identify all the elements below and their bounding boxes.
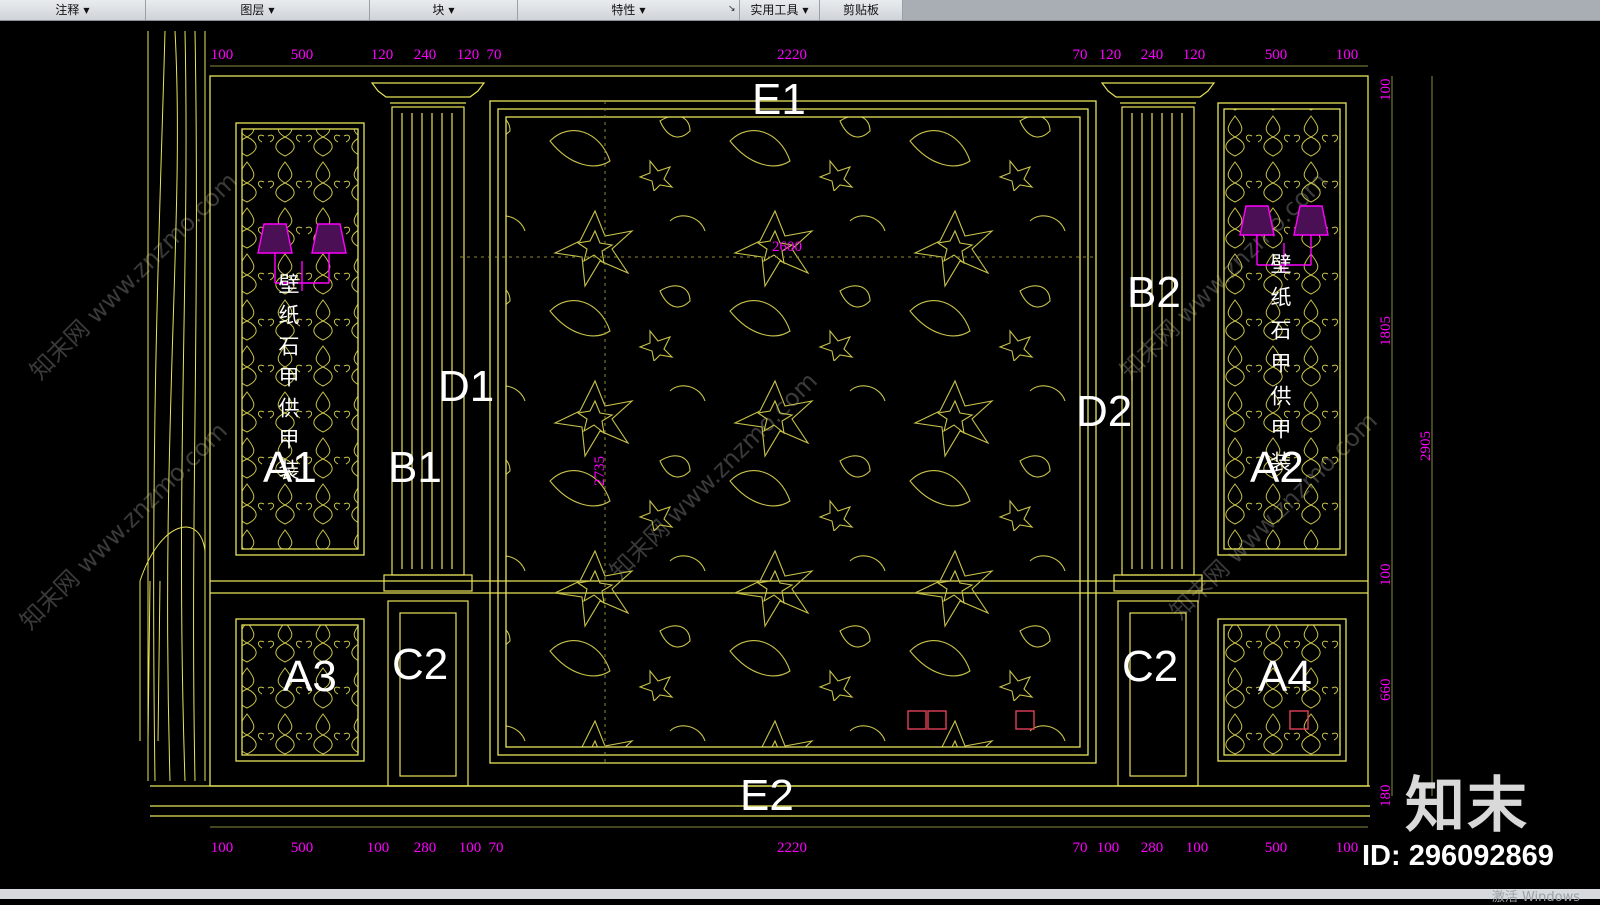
bottom-dim-label: 100 (1186, 840, 1209, 856)
top-dim-label: 500 (1265, 47, 1288, 63)
label-e2: E2 (740, 771, 794, 820)
top-dim-label: 100 (211, 47, 234, 63)
bottom-dim-label: 2220 (777, 840, 807, 856)
block-panel-button[interactable]: 块 ▼ (370, 0, 518, 20)
wallpaper-note-right: 壁纸石甲供甲装 (1268, 253, 1292, 484)
bottom-dim-label: 280 (1141, 840, 1164, 856)
resource-id: ID: 296092869 (1362, 840, 1554, 872)
bottom-dim-label: 100 (367, 840, 390, 856)
top-dim-label: 240 (1141, 47, 1164, 63)
ribbon-empty-area (903, 0, 1600, 20)
right-dim-rail: 100 (1378, 564, 1394, 587)
clipboard-panel-button[interactable]: 剪贴板 (820, 0, 903, 20)
layers-panel-button[interactable]: 图层 ▼ (146, 0, 370, 20)
cad-elevation-drawing: 知末网 www.znzmo.com 知末网 www.znzmo.com 知末网 … (14, 30, 1434, 856)
inner-height-dim: 2735 (592, 456, 608, 486)
block-label: 块 (432, 3, 445, 17)
drawing-canvas[interactable]: 知末网 www.znzmo.com 知末网 www.znzmo.com 知末网 … (0, 21, 1600, 889)
inner-width-dim: 2600 (772, 239, 802, 255)
top-dim-label: 100 (1336, 47, 1359, 63)
top-dim-label: 240 (414, 47, 437, 63)
bottom-dim-label: 500 (291, 840, 314, 856)
right-dim-base: 180 (1378, 785, 1394, 808)
chevron-down-icon: ▼ (448, 5, 455, 15)
bottom-dimension-row: 100 500 100 280 100 70 2220 70 100 280 100 500 100 (211, 840, 1359, 856)
top-dim-label: 70 (487, 47, 502, 63)
top-dim-label: 120 (1183, 47, 1206, 63)
brand-logo: 知末 (1405, 771, 1529, 841)
center-wallpaper-panel (489, 100, 1097, 764)
wallpaper-note-left: 壁纸石甲供甲装 (276, 273, 300, 490)
label-a3: A3 (283, 652, 337, 701)
dialog-launcher-icon[interactable]: ↘ (728, 4, 736, 14)
bottom-dim-label: 70 (489, 840, 504, 856)
properties-label: 特性 (611, 3, 636, 17)
right-dim-panel: 1805 (1378, 316, 1394, 346)
status-bar: 激活 Windows (0, 889, 1600, 905)
top-dim-label: 70 (1073, 47, 1088, 63)
chevron-down-icon: ▼ (268, 5, 275, 15)
watermark-text: 知末网 www.znzmo.com (14, 417, 232, 635)
top-dimension-row: 100 500 120 240 120 70 2220 70 120 240 120 500 100 (211, 47, 1359, 63)
ribbon-panel-bar: 注释 ▼ 图层 ▼ 块 ▼ 特性 ▼ ↘ 实用工具 ▼ 剪贴板 (0, 0, 1600, 21)
utilities-panel-button[interactable]: 实用工具 ▼ (740, 0, 820, 20)
chevron-down-icon: ▼ (639, 5, 646, 15)
label-c2-right: C2 (1122, 642, 1178, 691)
label-b1: B1 (388, 443, 442, 492)
top-dim-label: 120 (371, 47, 394, 63)
right-dim-top: 100 (1378, 79, 1394, 102)
label-b2: B2 (1127, 268, 1181, 317)
bottom-dim-label: 500 (1265, 840, 1288, 856)
top-dim-label: 500 (291, 47, 314, 63)
utilities-label: 实用工具 (750, 3, 799, 17)
curtain-drape (139, 30, 206, 782)
annotation-panel-button[interactable]: 注释 ▼ (0, 0, 146, 20)
bottom-dim-label: 70 (1073, 840, 1088, 856)
chevron-down-icon: ▼ (83, 5, 90, 15)
label-c2-left: C2 (392, 640, 448, 689)
activation-notice: 激活 Windows (1491, 890, 1580, 905)
label-d1: D1 (438, 362, 494, 411)
bottom-dim-label: 100 (459, 840, 482, 856)
annotation-label: 注释 (55, 3, 80, 17)
right-dim-dado: 660 (1378, 679, 1394, 702)
label-e1: E1 (752, 75, 806, 124)
top-dim-label: 120 (457, 47, 480, 63)
properties-panel-button[interactable]: 特性 ▼ (518, 0, 740, 20)
bottom-dim-label: 100 (1097, 840, 1120, 856)
top-dim-label: 2220 (777, 47, 807, 63)
top-dim-label: 120 (1099, 47, 1122, 63)
layers-label: 图层 (240, 3, 265, 17)
bottom-dim-label: 100 (1336, 840, 1359, 856)
label-d2: D2 (1076, 387, 1132, 436)
bottom-dim-label: 100 (211, 840, 234, 856)
label-a4: A4 (1258, 652, 1312, 701)
total-height-dim: 2905 (1418, 431, 1434, 461)
bottom-dim-label: 280 (414, 840, 437, 856)
clipboard-label: 剪贴板 (842, 3, 879, 17)
chevron-down-icon: ▼ (802, 5, 809, 15)
